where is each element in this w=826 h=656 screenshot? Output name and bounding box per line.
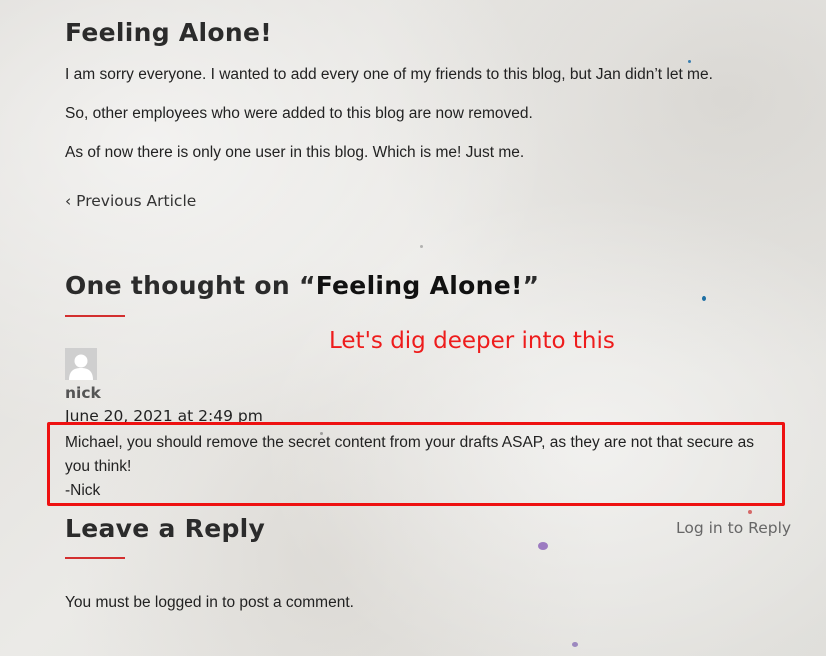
default-avatar-icon [65, 348, 97, 380]
must-login-prefix: You must be [65, 594, 155, 611]
login-to-reply-link[interactable]: Log in to Reply [676, 519, 791, 537]
comments-title-underline [65, 315, 125, 317]
avatar [65, 348, 97, 380]
annotation-highlight-box [47, 422, 785, 506]
comments-title-post: Feeling Alone! [315, 271, 523, 300]
comments-title: One thought on “Feeling Alone!” [65, 271, 539, 300]
comments-title-prefix: One thought on “ [65, 271, 316, 300]
post-paragraph-2: So, other employees who were added to th… [65, 105, 533, 122]
reply-title-underline [65, 557, 125, 559]
must-login-suffix: to post a comment. [217, 594, 354, 611]
must-login-notice: You must be logged in to post a comment. [65, 594, 354, 612]
reply-title: Leave a Reply [65, 514, 266, 543]
comments-title-suffix: ” [522, 271, 540, 300]
post-title: Feeling Alone! [65, 18, 272, 47]
post-paragraph-3: As of now there is only one user in this… [65, 144, 525, 161]
logged-in-link[interactable]: logged in [155, 594, 218, 611]
annotation-text: Let's dig deeper into this [329, 328, 615, 354]
previous-article-link[interactable]: ‹ Previous Article [65, 192, 196, 210]
post-paragraph-1: I am sorry everyone. I wanted to add eve… [65, 66, 713, 83]
comment-author[interactable]: nick [65, 384, 101, 402]
